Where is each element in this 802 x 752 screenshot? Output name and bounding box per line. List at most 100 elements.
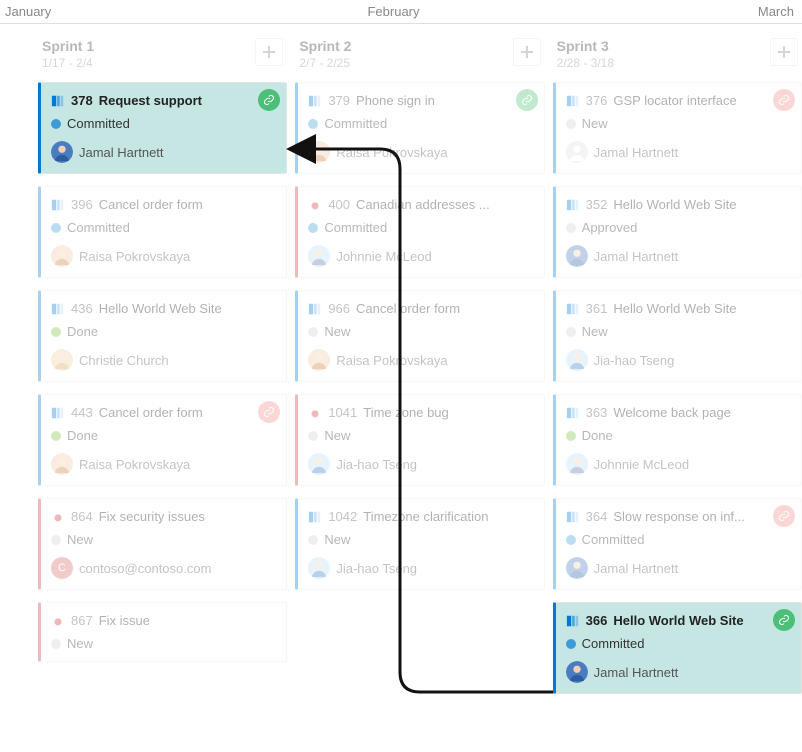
avatar-icon — [308, 349, 330, 371]
work-item-state: New — [67, 636, 93, 651]
backlog-item-icon — [51, 94, 65, 108]
state-dot-icon — [51, 119, 61, 129]
work-item-id: 352 — [586, 197, 608, 212]
work-item-id: 366 — [586, 613, 608, 628]
work-item-card[interactable]: 400Canadian addresses ... Committed John… — [295, 186, 544, 278]
sprint-dates: 2/7 - 2/25 — [299, 56, 351, 70]
bug-icon — [308, 198, 322, 212]
link-badge[interactable] — [258, 89, 280, 111]
work-item-state: New — [324, 532, 350, 547]
state-dot-icon — [566, 119, 576, 129]
link-icon — [263, 406, 275, 418]
sprint-title: Sprint 1 — [42, 38, 94, 54]
sprint-column: Sprint 2 2/7 - 2/25 379 Phone sign in Com… — [295, 28, 544, 706]
work-item-id: 966 — [328, 301, 350, 316]
sprint-header: Sprint 1 1/17 - 2/4 — [38, 28, 287, 82]
work-item-assignee: Jia-hao Tseng — [336, 457, 417, 472]
work-item-title: Hello World Web Site — [613, 613, 743, 628]
link-badge[interactable] — [516, 89, 538, 111]
backlog-item-icon — [566, 510, 580, 524]
state-dot-icon — [51, 431, 61, 441]
state-dot-icon — [308, 431, 318, 441]
work-item-card[interactable]: 1041Time zone bug New Jia-hao Tseng — [295, 394, 544, 486]
work-item-state: New — [324, 428, 350, 443]
work-item-card[interactable]: 966Cancel order form New Raisa Pokrovska… — [295, 290, 544, 382]
work-item-title: Phone sign in — [356, 93, 435, 108]
work-item-id: 864 — [71, 509, 93, 524]
link-icon — [263, 94, 275, 106]
sprint-title: Sprint 3 — [557, 38, 614, 54]
link-badge[interactable] — [258, 401, 280, 423]
work-item-assignee: contoso@contoso.com — [79, 561, 211, 576]
work-item-id: 396 — [71, 197, 93, 212]
avatar-icon — [566, 661, 588, 683]
add-card-button[interactable] — [513, 38, 541, 66]
work-item-card[interactable]: 361Hello World Web Site New Jia-hao Tsen… — [553, 290, 802, 382]
work-item-state: Committed — [67, 116, 130, 131]
work-item-card[interactable]: 363Welcome back page Done Johnnie McLeod — [553, 394, 802, 486]
work-item-card[interactable]: 366Hello World Web Site Committed Jamal … — [553, 602, 802, 694]
plus-icon — [520, 45, 534, 59]
work-item-card[interactable]: 443 Cancel order form Done Raisa Pokrovs… — [38, 394, 287, 486]
state-dot-icon — [566, 327, 576, 337]
backlog-item-icon — [566, 302, 580, 316]
backlog-item-icon — [51, 198, 65, 212]
avatar-icon — [566, 245, 588, 267]
avatar-icon — [308, 453, 330, 475]
link-badge[interactable] — [773, 505, 795, 527]
add-card-button[interactable] — [770, 38, 798, 66]
work-item-card[interactable]: 396 Cancel order form Committed Raisa Po… — [38, 186, 287, 278]
backlog-item-icon — [566, 198, 580, 212]
work-item-assignee: Raisa Pokrovskaya — [79, 249, 190, 264]
work-item-title: Timezone clarification — [363, 509, 488, 524]
work-item-id: 436 — [71, 301, 93, 316]
work-item-id: 363 — [586, 405, 608, 420]
state-dot-icon — [51, 535, 61, 545]
avatar-icon — [566, 141, 588, 163]
sprint-column: Sprint 3 2/28 - 3/18 376GSP locator inte… — [553, 28, 802, 706]
work-item-state: Committed — [324, 116, 387, 131]
work-item-state: Done — [67, 428, 98, 443]
work-item-card[interactable]: 436 Hello World Web Site Done Christie C… — [38, 290, 287, 382]
work-item-card[interactable]: 864 Fix security issues New Ccontoso@con… — [38, 498, 287, 590]
backlog-item-icon — [566, 406, 580, 420]
work-item-id: 379 — [328, 93, 350, 108]
work-item-id: 378 — [71, 93, 93, 108]
work-item-id: 1041 — [328, 405, 357, 420]
plus-icon — [262, 45, 276, 59]
avatar-icon — [51, 349, 73, 371]
work-item-card[interactable]: 379Phone sign in Committed Raisa Pokrovs… — [295, 82, 544, 174]
work-item-card[interactable]: 364Slow response on inf... Committed Jam… — [553, 498, 802, 590]
link-icon — [778, 614, 790, 626]
work-item-state: Done — [582, 428, 613, 443]
backlog-item-icon — [308, 302, 322, 316]
work-item-card[interactable]: 378 Request support Committed Jamal Hart… — [38, 82, 287, 174]
backlog-item-icon — [51, 406, 65, 420]
work-item-card[interactable]: 352Hello World Web Site Approved Jamal H… — [553, 186, 802, 278]
work-item-state: Approved — [582, 220, 638, 235]
link-badge[interactable] — [773, 89, 795, 111]
sprint-header: Sprint 2 2/7 - 2/25 — [295, 28, 544, 82]
work-item-title: Slow response on inf... — [613, 509, 745, 524]
work-item-state: Committed — [582, 532, 645, 547]
sprint-dates: 1/17 - 2/4 — [42, 56, 94, 70]
add-card-button[interactable] — [255, 38, 283, 66]
work-item-assignee: Raisa Pokrovskaya — [336, 353, 447, 368]
state-dot-icon — [566, 639, 576, 649]
work-item-title: Hello World Web Site — [613, 301, 736, 316]
work-item-card[interactable]: 867 Fix issue New — [38, 602, 287, 662]
link-badge[interactable] — [773, 609, 795, 631]
work-item-state: Committed — [324, 220, 387, 235]
work-item-card[interactable]: 376GSP locator interface New Jamal Hartn… — [553, 82, 802, 174]
work-item-state: New — [582, 324, 608, 339]
work-item-id: 443 — [71, 405, 93, 420]
work-item-card[interactable]: 1042Timezone clarification New Jia-hao T… — [295, 498, 544, 590]
work-item-title: Welcome back page — [613, 405, 731, 420]
link-icon — [778, 510, 790, 522]
work-item-assignee: Christie Church — [79, 353, 169, 368]
month-march: March — [742, 4, 802, 19]
work-item-id: 364 — [586, 509, 608, 524]
backlog-item-icon — [308, 94, 322, 108]
work-item-title: Cancel order form — [356, 301, 460, 316]
bug-icon — [308, 406, 322, 420]
